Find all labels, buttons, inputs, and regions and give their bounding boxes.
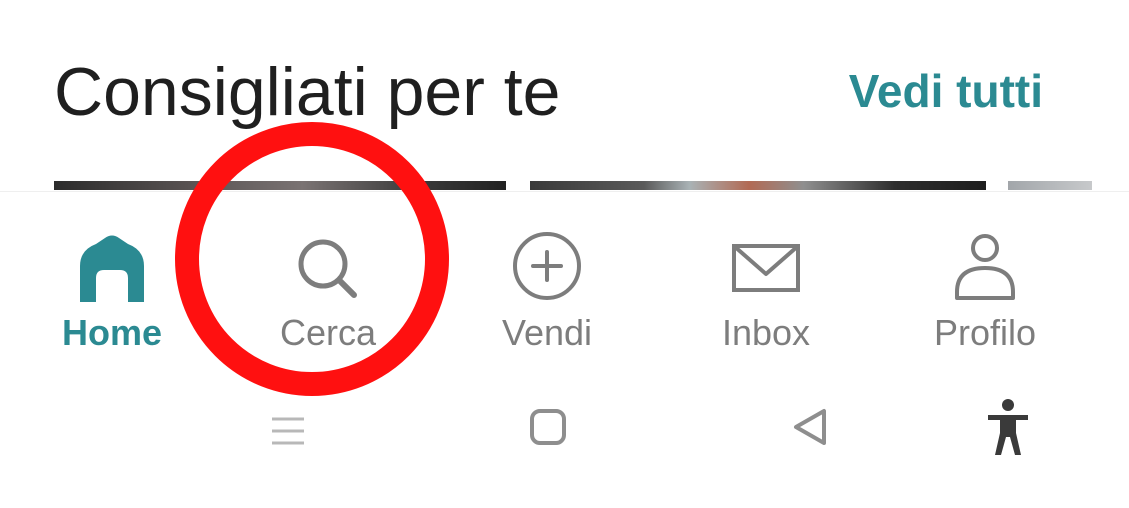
nav-label-home: Home xyxy=(61,312,163,353)
recent-apps-icon[interactable] xyxy=(256,395,320,459)
nav-label-profile: Profilo xyxy=(933,312,1037,353)
home-icon xyxy=(80,235,144,302)
section-title: Consigliati per te xyxy=(54,54,561,130)
home-square-icon[interactable] xyxy=(516,395,580,459)
nav-item-sell[interactable]: Vendi xyxy=(447,192,647,370)
carousel-item[interactable] xyxy=(530,181,986,190)
nav-label-inbox: Inbox xyxy=(721,312,811,353)
see-all-link[interactable]: Vedi tutti xyxy=(849,64,1043,118)
search-icon xyxy=(298,239,357,298)
nav-label-search: Cerca xyxy=(279,312,377,353)
system-navigation-bar xyxy=(0,395,1129,465)
plus-circle-icon xyxy=(513,232,581,300)
carousel-item[interactable] xyxy=(1008,181,1092,190)
bottom-navigation: Home Cerca Vendi Inbox Profilo xyxy=(0,122,1129,396)
person-icon xyxy=(955,234,1015,300)
nav-label-sell: Vendi xyxy=(501,312,593,353)
back-triangle-icon[interactable] xyxy=(780,395,844,459)
nav-item-inbox[interactable]: Inbox xyxy=(666,192,866,370)
mail-icon xyxy=(732,244,800,292)
recommendation-carousel[interactable] xyxy=(0,181,1129,191)
nav-item-home[interactable]: Home xyxy=(12,192,212,370)
nav-item-search[interactable]: Cerca xyxy=(228,192,428,370)
nav-item-profile[interactable]: Profilo xyxy=(885,192,1085,370)
accessibility-icon[interactable] xyxy=(976,395,1040,459)
carousel-item[interactable] xyxy=(54,181,506,190)
